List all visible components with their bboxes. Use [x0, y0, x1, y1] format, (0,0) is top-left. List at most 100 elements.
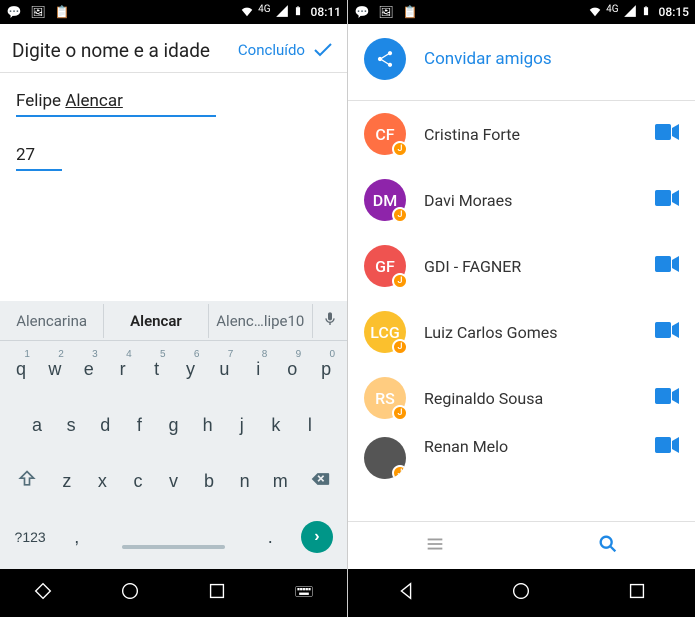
- contact-name: Davi Moraes: [424, 191, 637, 210]
- key-m[interactable]: m: [264, 459, 296, 503]
- key-g[interactable]: g: [158, 403, 188, 447]
- suggestion-1[interactable]: Alencarina: [0, 304, 104, 338]
- period-key[interactable]: .: [252, 515, 289, 559]
- video-call-icon[interactable]: [655, 388, 679, 408]
- key-t[interactable]: 5t: [142, 347, 172, 391]
- nav-bar: [348, 569, 695, 617]
- suggestion-bar: Alencarina Alencar Alenc…lipe10: [0, 301, 347, 341]
- wifi-icon: [240, 4, 254, 21]
- duo-badge-icon: J: [392, 465, 406, 479]
- key-y[interactable]: 6y: [176, 347, 206, 391]
- backspace-key[interactable]: [300, 459, 341, 503]
- key-d[interactable]: d: [90, 403, 120, 447]
- enter-key[interactable]: ›: [293, 515, 341, 559]
- contact-row[interactable]: LCGJ Luiz Carlos Gomes: [348, 299, 695, 365]
- key-w[interactable]: 2w: [40, 347, 70, 391]
- key-p[interactable]: 0p: [311, 347, 341, 391]
- key-s[interactable]: s: [56, 403, 86, 447]
- key-r[interactable]: 4r: [108, 347, 138, 391]
- comma-key[interactable]: ,: [58, 515, 95, 559]
- nav-recent[interactable]: [206, 580, 228, 606]
- nav-recent[interactable]: [626, 580, 648, 606]
- avatar: CFJ: [364, 113, 406, 155]
- contact-row[interactable]: JRenan Melo: [348, 431, 695, 471]
- invite-label: Convidar amigos: [424, 49, 552, 69]
- suggestion-3[interactable]: Alenc…lipe10: [209, 304, 313, 338]
- right-screen: 💬 🖼 📋 4G 08:15 Convidar amigos CFJCristi…: [348, 0, 695, 617]
- duo-badge-icon: J: [392, 339, 408, 355]
- contact-name: Renan Melo: [424, 437, 637, 456]
- contact-row[interactable]: RSJReginaldo Sousa: [348, 365, 695, 431]
- key-x[interactable]: x: [87, 459, 119, 503]
- form-area: Felipe Alencar 27: [0, 73, 347, 183]
- key-n[interactable]: n: [229, 459, 261, 503]
- key-h[interactable]: h: [193, 403, 223, 447]
- nav-keyboard-icon[interactable]: [293, 580, 315, 606]
- status-bar: 💬 🖼 📋 4G 08:15: [348, 0, 695, 24]
- video-call-icon[interactable]: [655, 322, 679, 342]
- status-bar: 💬 🖼 📋 4G 08:11: [0, 0, 347, 24]
- name-field[interactable]: Felipe Alencar: [16, 85, 216, 117]
- contact-row[interactable]: DMJ Davi Moraes: [348, 167, 695, 233]
- nav-bar: [0, 569, 347, 617]
- clock: 08:11: [311, 5, 341, 19]
- video-call-icon[interactable]: [655, 124, 679, 144]
- key-l[interactable]: l: [295, 403, 325, 447]
- avatar: DMJ: [364, 179, 406, 221]
- invite-friends-row[interactable]: Convidar amigos: [348, 24, 695, 100]
- search-button[interactable]: [597, 533, 619, 559]
- contact-row[interactable]: CFJCristina Forte: [348, 101, 695, 167]
- contact-name: Reginaldo Sousa: [424, 389, 637, 408]
- form-header: Digite o nome e a idade Concluído: [0, 24, 347, 73]
- contact-name: Luiz Carlos Gomes: [424, 323, 637, 342]
- nav-back[interactable]: [32, 580, 54, 606]
- key-k[interactable]: k: [261, 403, 291, 447]
- suggestion-2[interactable]: Alencar: [104, 304, 208, 338]
- image-icon: 🖼: [30, 4, 46, 20]
- mic-button[interactable]: [313, 311, 347, 331]
- nav-back[interactable]: [395, 580, 417, 606]
- key-o[interactable]: 9o: [277, 347, 307, 391]
- symbols-key[interactable]: ?123: [6, 515, 54, 559]
- notification-icon: 💬: [6, 4, 22, 20]
- done-button[interactable]: Concluído: [238, 38, 335, 62]
- wifi-icon: [588, 4, 602, 21]
- avatar: LCGJ: [364, 311, 406, 353]
- nav-home[interactable]: [510, 580, 532, 606]
- duo-badge-icon: J: [392, 141, 408, 157]
- space-key[interactable]: [99, 515, 247, 559]
- page-title: Digite o nome e a idade: [12, 39, 210, 62]
- video-call-icon[interactable]: [655, 437, 679, 457]
- network-type: 4G: [606, 4, 618, 15]
- key-u[interactable]: 7u: [209, 347, 239, 391]
- network-type: 4G: [258, 4, 270, 15]
- share-icon: [364, 38, 406, 80]
- key-a[interactable]: a: [22, 403, 52, 447]
- video-call-icon[interactable]: [655, 256, 679, 276]
- keyboard: Alencarina Alencar Alenc…lipe10 1q2w3e4r…: [0, 301, 347, 569]
- contact-row[interactable]: GFJGDI - FAGNER: [348, 233, 695, 299]
- cell-signal-icon: [275, 4, 289, 21]
- duo-badge-icon: J: [392, 405, 408, 421]
- shift-key[interactable]: [6, 459, 47, 503]
- video-call-icon[interactable]: [655, 190, 679, 210]
- key-b[interactable]: b: [193, 459, 225, 503]
- notification-icon: 💬: [354, 4, 370, 20]
- age-field[interactable]: 27: [16, 139, 62, 171]
- key-c[interactable]: c: [122, 459, 154, 503]
- key-z[interactable]: z: [51, 459, 83, 503]
- key-q[interactable]: 1q: [6, 347, 36, 391]
- nav-home[interactable]: [119, 580, 141, 606]
- key-j[interactable]: j: [227, 403, 257, 447]
- duo-badge-icon: J: [392, 207, 408, 223]
- key-v[interactable]: v: [158, 459, 190, 503]
- key-e[interactable]: 3e: [74, 347, 104, 391]
- clock: 08:15: [659, 5, 689, 19]
- key-f[interactable]: f: [124, 403, 154, 447]
- menu-button[interactable]: [424, 533, 446, 559]
- clipboard-icon: 📋: [402, 4, 418, 20]
- battery-icon: [641, 3, 651, 22]
- contact-list: CFJCristina Forte DMJ Davi Moraes GFJGDI - …: [348, 101, 695, 521]
- check-icon: [311, 38, 335, 62]
- key-i[interactable]: 8i: [243, 347, 273, 391]
